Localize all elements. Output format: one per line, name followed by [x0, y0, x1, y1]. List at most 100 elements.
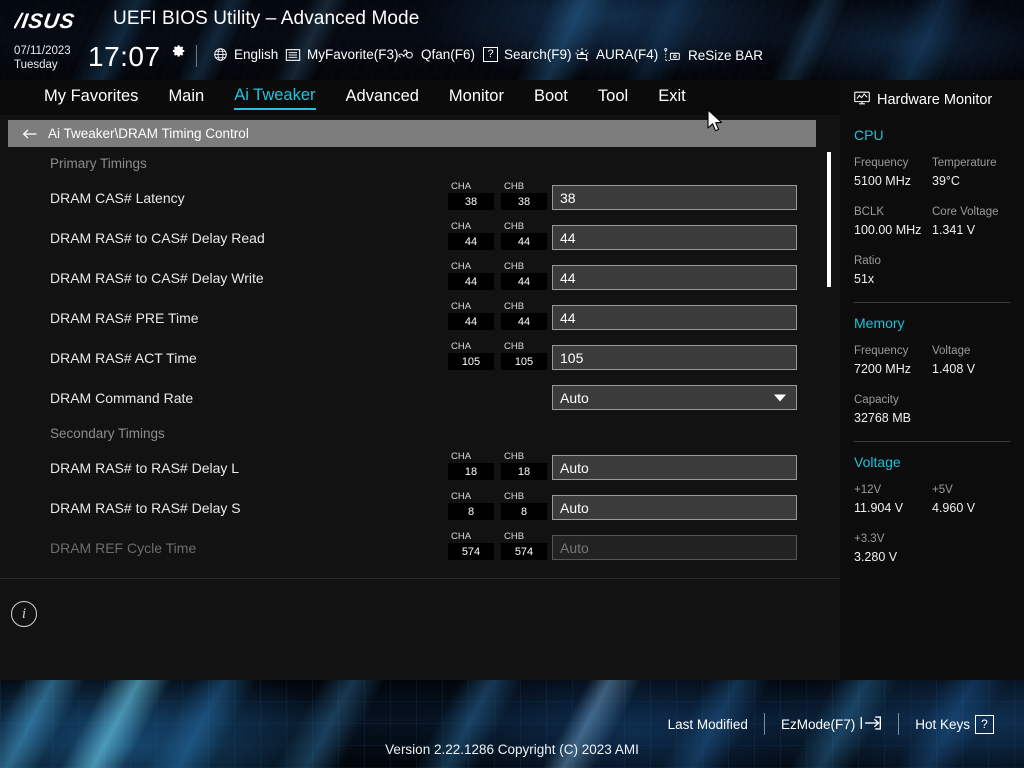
nav-tab-list: My Favorites Main Ai Tweaker Advanced Monito…: [0, 80, 716, 115]
resize-bar-button[interactable]: ReSize BAR: [663, 47, 763, 63]
breadcrumb[interactable]: Ai Tweaker\DRAM Timing Control: [8, 120, 816, 147]
header-divider: [196, 45, 197, 67]
settings-row[interactable]: DRAM RAS# PRE Time CHA 44 CHB 44 44: [0, 298, 826, 338]
hw-readout-row: BCLK 100.00 MHz Core Voltage 1.341 V: [854, 204, 1010, 240]
channel-a-value: 44: [448, 233, 494, 250]
channel-values: CHA 574 CHB 574: [448, 531, 547, 560]
hw-readout: Frequency 5100 MHz: [854, 155, 932, 191]
channel-b-label: CHB: [504, 341, 525, 352]
setting-label: DRAM RAS# to RAS# Delay L: [50, 460, 240, 476]
channel-b-label: CHB: [504, 221, 525, 232]
hw-readout-key: Ratio: [854, 255, 881, 267]
channel-a-label: CHA: [451, 491, 472, 502]
channel-a-value: 18: [448, 463, 494, 480]
setting-value: Auto: [560, 389, 589, 406]
channel-b-cell: CHB 105: [501, 341, 547, 370]
myfavorite-button[interactable]: MyFavorite(F3): [285, 47, 399, 62]
hw-readout-value: 100.00 MHz: [854, 223, 922, 237]
settings-row[interactable]: DRAM RAS# to RAS# Delay S CHA 8 CHB 8 Auto: [0, 488, 826, 528]
monitor-icon: [854, 91, 870, 109]
setting-label: DRAM Command Rate: [50, 390, 194, 406]
aura-button[interactable]: AURA(F4): [574, 47, 658, 62]
setting-value: 44: [560, 229, 576, 246]
tab-monitor[interactable]: Monitor: [449, 86, 504, 109]
settings-row[interactable]: DRAM REF Cycle Time CHA 574 CHB 574 Auto: [0, 528, 826, 568]
hw-readout-value: 11.904 V: [854, 501, 904, 515]
channel-b-label: CHB: [504, 451, 525, 462]
channel-b-value: 44: [501, 233, 547, 250]
hw-section-cpu: CPU: [854, 127, 884, 143]
channel-b-label: CHB: [504, 491, 525, 502]
setting-input[interactable]: 44: [552, 225, 797, 250]
myfavorite-icon: [285, 48, 301, 62]
back-arrow-icon[interactable]: [22, 127, 38, 141]
language-selector[interactable]: English: [213, 47, 278, 62]
channel-b-label: CHB: [504, 181, 525, 192]
hw-readout-value: 51x: [854, 272, 875, 286]
gear-icon[interactable]: [172, 44, 186, 58]
weekday-text: Tuesday: [14, 58, 58, 71]
setting-input[interactable]: Auto: [552, 455, 797, 480]
tab-main[interactable]: Main: [168, 86, 204, 109]
hw-divider: [854, 441, 1010, 442]
channel-values: CHA 38 CHB 38: [448, 181, 547, 210]
channel-b-value: 574: [501, 543, 547, 560]
setting-label: DRAM RAS# to CAS# Delay Write: [50, 270, 264, 286]
chevron-down-icon[interactable]: [774, 394, 786, 401]
search-button[interactable]: ? Search(F9): [483, 47, 572, 62]
setting-label: DRAM RAS# ACT Time: [50, 350, 197, 366]
setting-value: Auto: [560, 459, 589, 476]
channel-a-label: CHA: [451, 261, 472, 272]
channel-a-cell: CHA 38: [448, 181, 494, 210]
setting-input[interactable]: 44: [552, 305, 797, 330]
hw-readout-value: 39°C: [932, 174, 960, 188]
setting-input[interactable]: 44: [552, 265, 797, 290]
setting-input[interactable]: 38: [552, 185, 797, 210]
settings-row[interactable]: DRAM RAS# to RAS# Delay L CHA 18 CHB 18 Auto: [0, 448, 826, 488]
tab-boot[interactable]: Boot: [534, 86, 568, 109]
tab-advanced[interactable]: Advanced: [346, 86, 419, 109]
settings-row[interactable]: DRAM RAS# ACT Time CHA 105 CHB 105 105: [0, 338, 826, 378]
hotkeys-button[interactable]: Hot Keys ?: [899, 714, 1010, 734]
hw-readout-row: Capacity 32768 MB: [854, 392, 1010, 428]
page-title: UEFI BIOS Utility – Advanced Mode: [113, 8, 420, 29]
last-modified-button[interactable]: Last Modified: [652, 717, 764, 732]
info-icon[interactable]: i: [11, 601, 37, 627]
channel-a-label: CHA: [451, 451, 472, 462]
hw-readout-key: Frequency: [854, 157, 909, 169]
channel-b-value: 44: [501, 313, 547, 330]
setting-value: 44: [560, 269, 576, 286]
aura-icon: [574, 47, 590, 62]
setting-value: 44: [560, 309, 576, 326]
hw-readout: Voltage 1.408 V: [932, 343, 1010, 379]
hw-readout-key: +12V: [854, 484, 882, 496]
hotkeys-key-icon: ?: [975, 714, 994, 734]
setting-dropdown[interactable]: Auto: [552, 385, 797, 410]
hardware-monitor-label: Hardware Monitor: [877, 91, 993, 108]
settings-row[interactable]: DRAM CAS# Latency CHA 38 CHB 38 38: [0, 178, 826, 218]
system-time: 17:07: [88, 41, 161, 72]
settings-row[interactable]: DRAM RAS# to CAS# Delay Read CHA 44 CHB 44 44: [0, 218, 826, 258]
setting-input[interactable]: 105: [552, 345, 797, 370]
tab-exit[interactable]: Exit: [658, 86, 686, 109]
tab-tool[interactable]: Tool: [598, 86, 628, 109]
channel-values: CHA 8 CHB 8: [448, 491, 547, 520]
settings-row[interactable]: DRAM RAS# to CAS# Delay Write CHA 44 CHB 44 4…: [0, 258, 826, 298]
scrollbar-thumb[interactable]: [827, 152, 831, 287]
tab-my-favorites[interactable]: My Favorites: [44, 86, 138, 109]
tab-ai-tweaker[interactable]: Ai Tweaker: [234, 85, 316, 110]
qfan-button[interactable]: Qfan(F6): [398, 47, 475, 62]
ezmode-button[interactable]: EzMode(F7): [765, 715, 898, 734]
channel-b-label: CHB: [504, 261, 525, 272]
globe-icon: [213, 47, 228, 62]
ezmode-label: EzMode(F7): [780, 716, 856, 732]
hw-section-memory: Memory: [854, 315, 905, 331]
settings-row[interactable]: DRAM Command Rate Auto: [0, 378, 826, 418]
setting-input: Auto: [552, 535, 797, 560]
channel-b-label: CHB: [504, 531, 525, 542]
setting-input[interactable]: Auto: [552, 495, 797, 520]
channel-values: CHA 44 CHB 44: [448, 301, 547, 330]
asus-logo: /ISUS: [12, 8, 104, 34]
channel-a-label: CHA: [451, 301, 472, 312]
hw-readout-key: +5V: [932, 484, 953, 496]
